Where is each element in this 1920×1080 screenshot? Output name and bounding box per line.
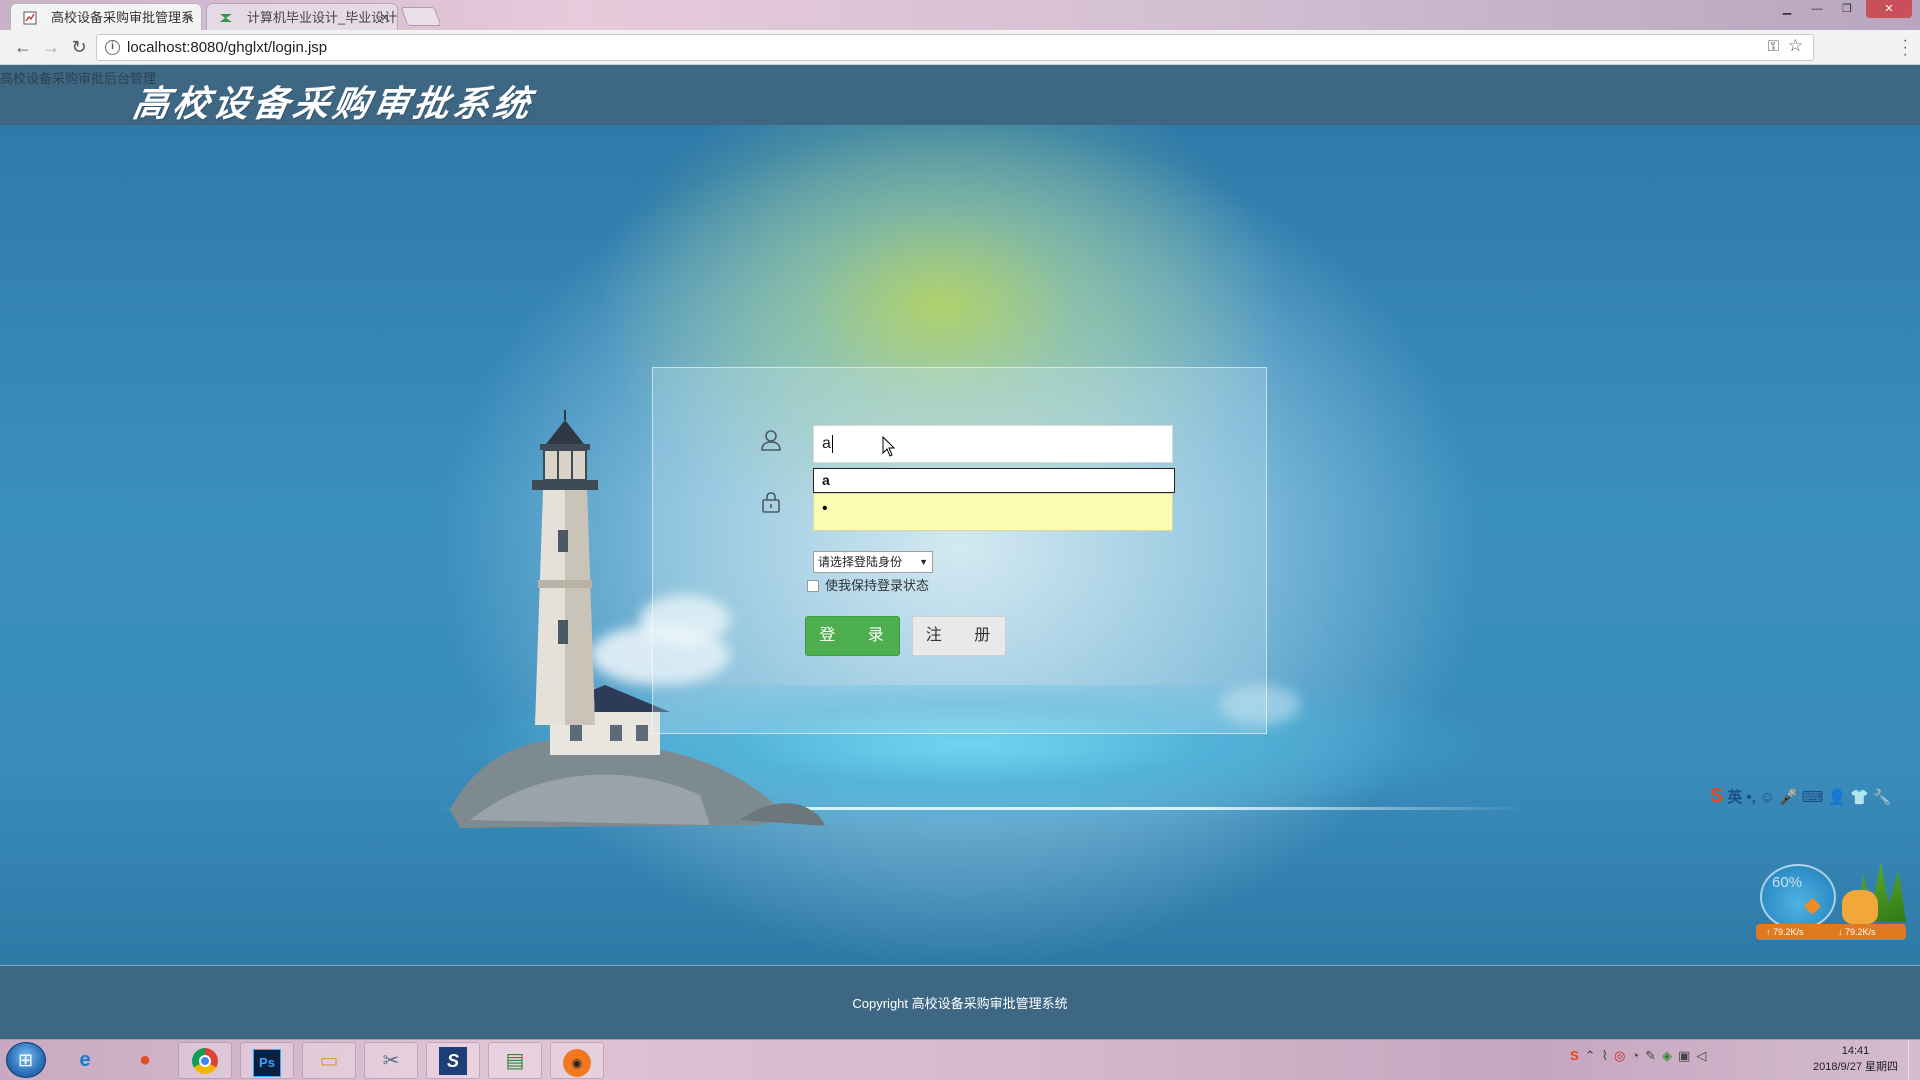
close-window-button[interactable]: ✕: [1866, 0, 1912, 18]
site-header: 高校设备采购审批后台管理 高校设备采购审批系统: [0, 65, 1920, 125]
internet-explorer-icon[interactable]: e: [58, 1042, 112, 1079]
chart-app-icon[interactable]: ▤: [488, 1042, 542, 1079]
usage-percent: 60%: [1772, 874, 1803, 891]
browser-menu-icon[interactable]: · · ·: [1903, 33, 1908, 63]
mask-app-icon: ◉: [563, 1049, 591, 1077]
windows-taskbar: ⊞ e ● Ps ▭ ✂ S ▤ ◉ S⌃⌇◎◔✎◈▣◁ 14:41 2018/…: [0, 1039, 1920, 1080]
system-tray: S⌃⌇◎◔✎◈▣◁: [1570, 1048, 1712, 1064]
ime-skin-icon[interactable]: 👕: [1850, 788, 1869, 806]
bookmark-star-icon[interactable]: ☆: [1788, 36, 1803, 56]
tab-title: 高校设备采购审批管理系: [51, 10, 195, 25]
tab-login-page[interactable]: 高校设备采购审批管理系 ×: [10, 3, 202, 30]
ime-punctuation-icon[interactable]: •,: [1746, 789, 1755, 806]
reload-icon[interactable]: ↻: [66, 35, 92, 59]
mouse-pointer-icon: [882, 436, 896, 457]
ime-toolbar: S 英 •, ☺ 🎤 ⌨ 👤 👕 🔧: [1710, 785, 1920, 811]
tray-temp-icon[interactable]: ⌇: [1602, 1048, 1614, 1063]
site-logo-title: 高校设备采购审批系统: [129, 83, 538, 125]
lock-icon: [762, 492, 780, 513]
s-app-taskbar-button[interactable]: S: [426, 1042, 480, 1079]
sogou-logo-icon[interactable]: S: [1710, 785, 1723, 808]
page-small-title: 高校设备采购审批后台管理: [0, 71, 157, 86]
back-arrow-icon[interactable]: ←: [10, 35, 36, 59]
password-input[interactable]: •: [813, 493, 1173, 531]
tab-title: 计算机毕业设计_毕业设计: [247, 10, 398, 25]
new-tab-button[interactable]: [400, 7, 442, 26]
network-speed-widget[interactable]: 60% ◆ ↑ 79.2K/s ↓ 79.2K/s: [1756, 860, 1906, 948]
browser-tab-strip: 高校设备采购审批管理系 × 计算机毕业设计_毕业设计 × ▁ — ❐ ✕: [0, 0, 1920, 30]
tab-close-icon[interactable]: ×: [185, 4, 193, 30]
text-caret: [831, 434, 833, 453]
url-input[interactable]: i localhost:8080/ghglxt/login.jsp ⚿ ☆: [96, 34, 1814, 61]
copyright-text: Copyright 高校设备采购审批管理系统: [852, 996, 1068, 1011]
sogou-tray-icon[interactable]: S: [1570, 1048, 1585, 1063]
username-input[interactable]: a: [813, 425, 1173, 463]
file-explorer-icon[interactable]: ▭: [302, 1042, 356, 1079]
ime-voice-icon[interactable]: 🎤: [1779, 788, 1798, 806]
tray-shield-icon[interactable]: ◈: [1662, 1048, 1678, 1063]
qq-icon[interactable]: ◔: [1631, 1048, 1645, 1063]
clock-time: 14:41: [1841, 1045, 1870, 1057]
show-desktop-button[interactable]: [1908, 1040, 1920, 1080]
role-select[interactable]: 请选择登陆身份 ▼: [813, 551, 933, 573]
site-footer: Copyright 高校设备采购审批管理系统: [0, 965, 1920, 1039]
tray-expand-icon[interactable]: ⌃: [1585, 1048, 1602, 1063]
ime-settings-icon[interactable]: 🔧: [1873, 788, 1892, 806]
site-info-icon[interactable]: i: [105, 40, 120, 55]
tab-graduation-design[interactable]: 计算机毕业设计_毕业设计 ×: [206, 3, 398, 30]
tab-close-icon[interactable]: ×: [381, 4, 389, 30]
goldfish-icon: ◆: [1804, 892, 1821, 917]
start-button[interactable]: ⊞: [6, 1042, 46, 1078]
maximize-button[interactable]: ❐: [1834, 0, 1860, 18]
login-page: 高校设备采购审批后台管理 高校设备采购审批系统 a a • 请选择登陆身份 ▼ …: [0, 65, 1920, 1039]
username-value: a: [822, 435, 831, 452]
tray-security-icon[interactable]: ◎: [1614, 1048, 1631, 1063]
site-favicon-icon: [220, 14, 232, 22]
upload-speed: ↑ 79.2K/s: [1766, 927, 1804, 937]
login-button[interactable]: 登 录: [805, 616, 900, 656]
saved-password-key-icon[interactable]: ⚿: [1768, 38, 1779, 55]
forward-arrow-icon[interactable]: →: [38, 35, 64, 59]
ime-keyboard-icon[interactable]: ⌨: [1802, 788, 1824, 806]
cat-icon: [1842, 890, 1878, 924]
role-select-value: 请选择登陆身份: [818, 555, 903, 569]
minimize-button[interactable]: —: [1804, 0, 1830, 18]
app-balls-icon[interactable]: ●: [118, 1042, 172, 1079]
remember-me-checkbox[interactable]: [807, 579, 819, 592]
system-clock[interactable]: 14:41 2018/9/27 星期四: [1813, 1043, 1898, 1075]
chrome-taskbar-button[interactable]: [178, 1042, 232, 1079]
download-speed: ↓ 79.2K/s: [1838, 927, 1876, 937]
password-mask: •: [822, 500, 828, 517]
fishbowl-icon: 60% ◆: [1760, 864, 1836, 930]
login-panel: a a • 请选择登陆身份 ▼ 使我保持登录状态 登 录 注 册: [652, 367, 1267, 734]
s-app-icon: S: [439, 1047, 467, 1075]
volume-icon[interactable]: ◁: [1696, 1048, 1712, 1063]
ime-emoji-icon[interactable]: ☺: [1760, 789, 1775, 806]
photoshop-taskbar-button[interactable]: Ps: [240, 1042, 294, 1079]
ime-mode-toggle[interactable]: 英: [1727, 786, 1742, 807]
remember-me-label: 使我保持登录状态: [825, 578, 930, 593]
profile-icon[interactable]: ▁: [1774, 0, 1800, 18]
tray-pen-icon[interactable]: ✎: [1645, 1048, 1662, 1063]
page-favicon-icon: [23, 11, 37, 25]
register-button[interactable]: 注 册: [912, 616, 1006, 656]
speed-bar: ↑ 79.2K/s ↓ 79.2K/s: [1756, 924, 1906, 940]
ime-user-icon[interactable]: 👤: [1827, 788, 1846, 806]
windows-logo-icon: ⊞: [18, 1050, 34, 1070]
url-text[interactable]: localhost:8080/ghglxt/login.jsp: [127, 35, 327, 60]
user-icon: [761, 430, 781, 451]
address-bar: ← → ↻ i localhost:8080/ghglxt/login.jsp …: [0, 30, 1920, 65]
chrome-icon: [192, 1048, 218, 1074]
autofill-suggestion[interactable]: a: [813, 468, 1175, 493]
photoshop-icon: Ps: [253, 1049, 281, 1077]
tools-icon[interactable]: ✂: [364, 1042, 418, 1079]
network-icon[interactable]: ▣: [1678, 1048, 1696, 1063]
remember-me-option[interactable]: 使我保持登录状态: [807, 578, 929, 594]
clock-date: 2018/9/27 星期四: [1813, 1061, 1898, 1073]
login-background: a a • 请选择登陆身份 ▼ 使我保持登录状态 登 录 注 册 S 英 •, ☺ 🎤 ⌨…: [0, 125, 1920, 965]
mask-app-taskbar-button[interactable]: ◉: [550, 1042, 604, 1079]
dropdown-arrow-icon: ▼: [919, 557, 928, 567]
